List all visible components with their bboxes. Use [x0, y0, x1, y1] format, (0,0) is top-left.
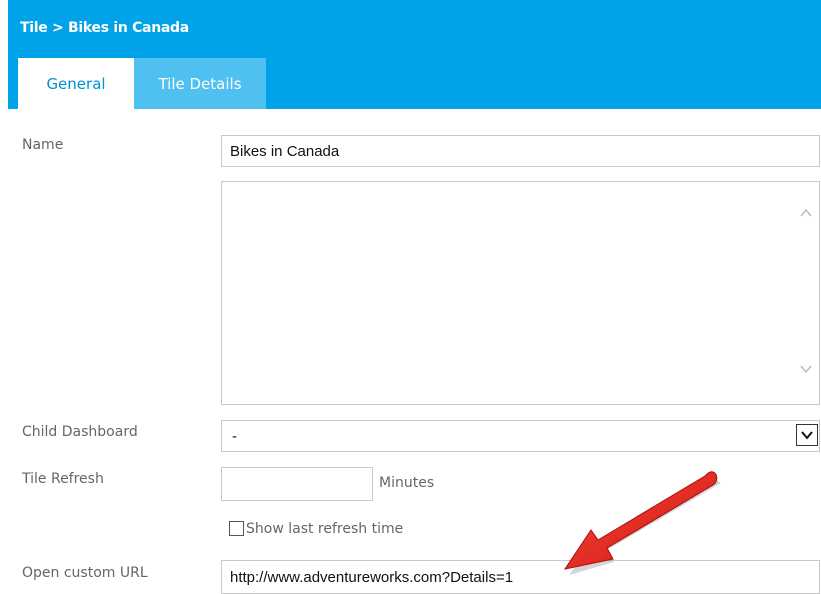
child-dashboard-value: -: [232, 428, 237, 445]
tile-refresh-unit: Minutes: [379, 475, 435, 491]
custom-url-label: Open custom URL: [22, 565, 148, 581]
scroll-down-icon[interactable]: [799, 362, 813, 376]
tab-general[interactable]: General: [18, 58, 134, 109]
show-last-refresh-checkbox[interactable]: [229, 521, 244, 536]
custom-url-value: http://www.adventureworks.com?Details=1: [230, 568, 514, 586]
child-dashboard-select[interactable]: -: [221, 420, 820, 452]
red-arrow-icon: [563, 471, 721, 575]
scroll-up-icon[interactable]: [799, 206, 813, 220]
child-dashboard-label: Child Dashboard: [22, 424, 138, 440]
tile-refresh-label: Tile Refresh: [22, 471, 104, 487]
header-bar: Tile > Bikes in Canada General Tile Deta…: [8, 0, 821, 109]
chevron-down-icon[interactable]: [796, 424, 818, 446]
tile-refresh-input[interactable]: [221, 467, 373, 501]
description-textarea[interactable]: [221, 181, 820, 405]
breadcrumb: Tile > Bikes in Canada: [20, 20, 189, 36]
name-label: Name: [22, 137, 64, 153]
show-last-refresh-label[interactable]: Show last refresh time: [246, 521, 403, 537]
tab-tile-details[interactable]: Tile Details: [134, 58, 266, 109]
name-input-value: Bikes in Canada: [230, 142, 340, 160]
name-input[interactable]: Bikes in Canada: [221, 135, 820, 167]
